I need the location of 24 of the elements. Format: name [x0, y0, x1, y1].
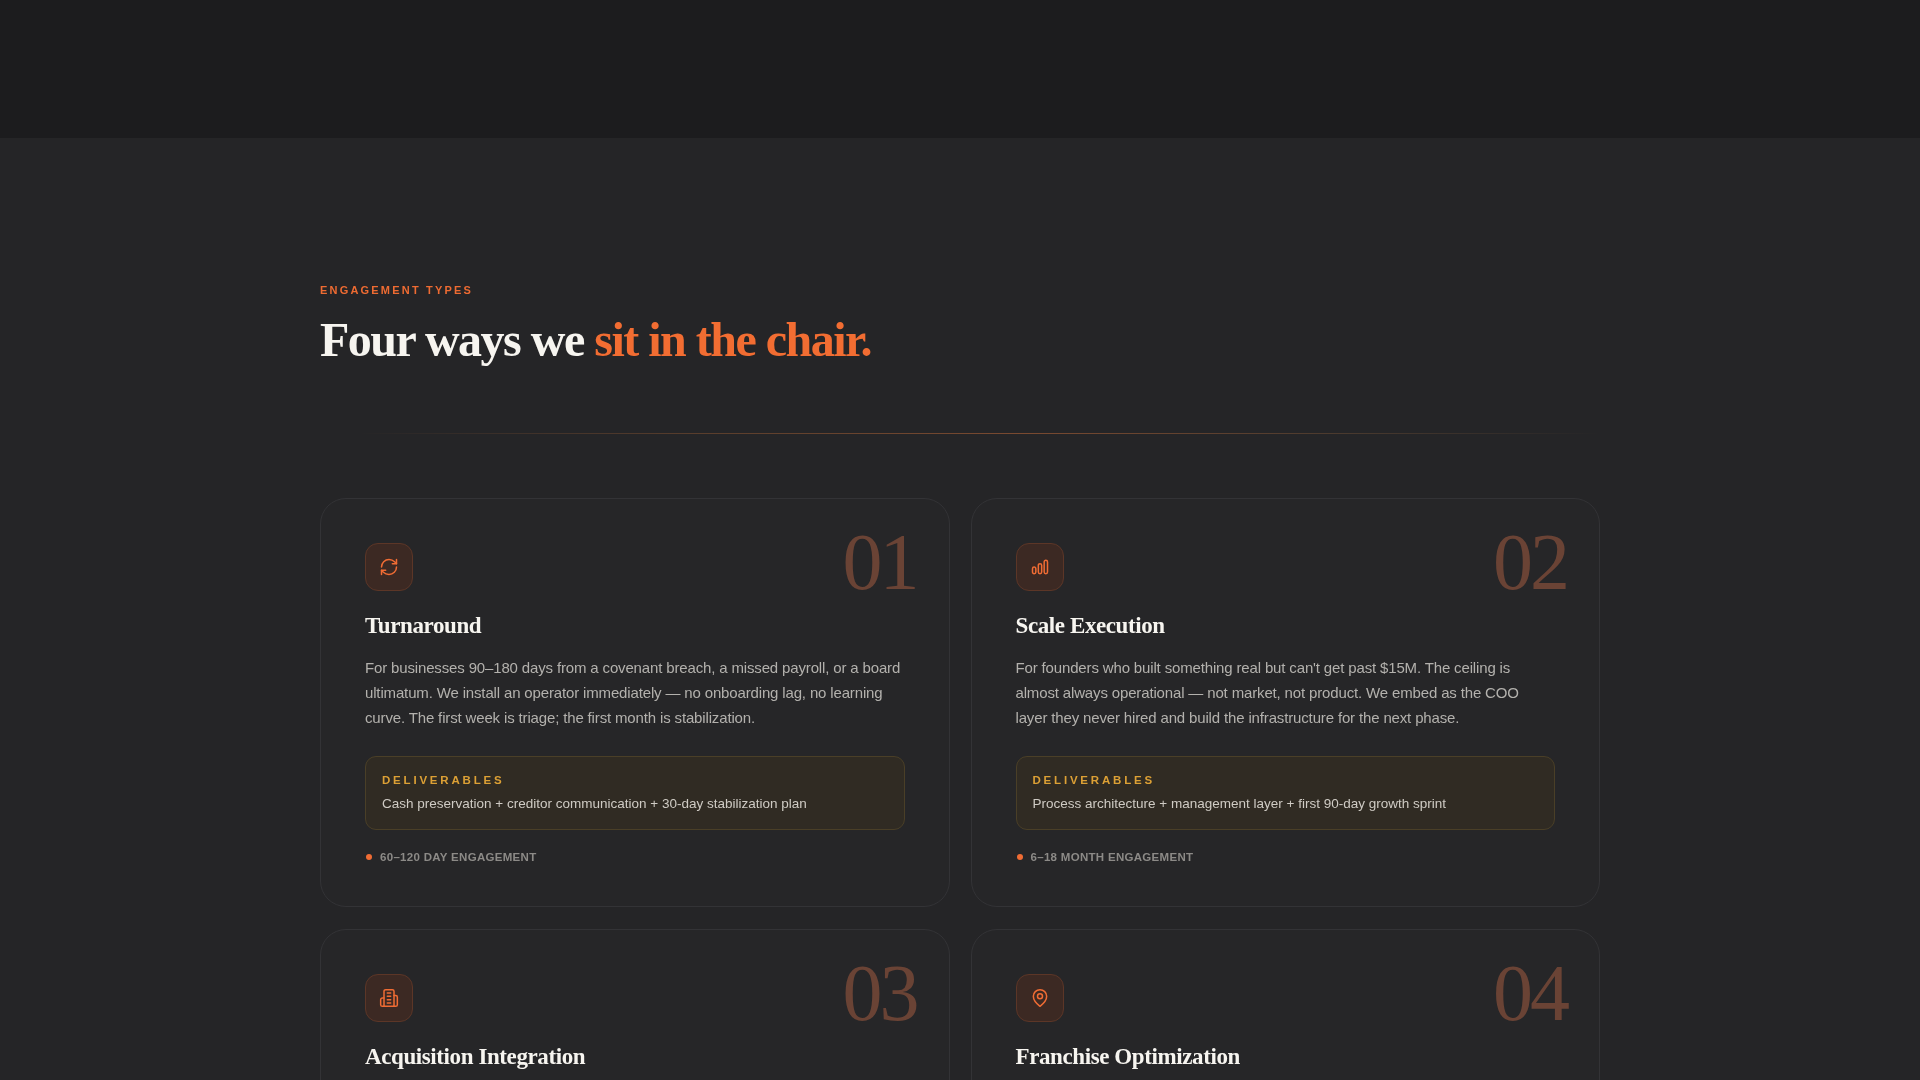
- deliverables-text: Process architecture + management layer + first 90-day growth sprint: [1032, 795, 1447, 813]
- card-number: 03: [842, 953, 917, 1033]
- card-number: 02: [1493, 522, 1567, 602]
- card-title: Scale Execution: [1015, 612, 1166, 640]
- card-description: For businesses 90–180 days from a covenant breach, a missed payroll, or a board ultimatum. We install an operator immediately — no onboarding lag, no learning curve. The first week is triage; the first month is stabilization.: [365, 658, 902, 728]
- engagement-duration: 6–18 MONTH ENGAGEMENT: [1030, 850, 1194, 864]
- card-title: Franchise Optimization: [1015, 1043, 1241, 1071]
- section-eyebrow: ENGAGEMENT TYPES: [320, 283, 475, 297]
- deliverables-text: Cash preservation + creditor communication + 30-day stabilization plan: [382, 795, 808, 813]
- building-icon: [365, 974, 413, 1022]
- card-number: 01: [842, 522, 917, 602]
- card-title: Turnaround: [365, 612, 483, 640]
- card-description: For founders who built something real but can't get past $15M. The ceiling is almost always operational — not market, not product. We embed as the COO layer they never hired and build the infrastructure for the next phase.: [1015, 658, 1520, 728]
- bar-chart-icon: [1015, 543, 1064, 591]
- card-title: Acquisition Integration: [365, 1043, 587, 1071]
- section-heading: Four ways we sit in the chair.: [320, 312, 872, 368]
- deliverables-label: DELIVERABLES: [1032, 773, 1156, 787]
- bullet-dot-icon: [366, 854, 372, 860]
- deliverables-label: DELIVERABLES: [382, 773, 506, 787]
- refresh-icon: [365, 543, 413, 591]
- bullet-dot-icon: [1016, 854, 1023, 860]
- card-number: 04: [1493, 953, 1567, 1033]
- engagement-duration: 60–120 DAY ENGAGEMENT: [380, 850, 537, 864]
- map-pin-icon: [1015, 974, 1064, 1022]
